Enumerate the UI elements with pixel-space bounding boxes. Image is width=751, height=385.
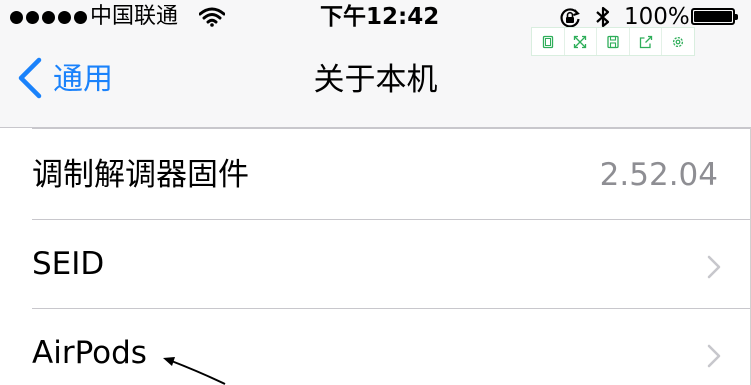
annotation-arrow-icon [155,350,235,385]
settings-icon[interactable] [662,28,694,55]
expand-icon[interactable] [565,28,598,55]
save-icon[interactable] [597,28,630,55]
list-item-seid[interactable]: SEID [0,220,751,309]
settings-about-screen: 中国联通 下午12:42 100% 通用 关于本机 调制解调器固件 2.52.0… [0,0,751,385]
wifi-icon [198,7,226,31]
list-item-modem-firmware: 调制解调器固件 2.52.04 [0,131,751,220]
floating-toolbar [531,27,695,56]
chevron-right-icon [707,255,721,283]
top-bar: 中国联通 下午12:42 100% 通用 关于本机 [0,0,751,128]
page-title: 关于本机 [313,62,438,98]
signal-strength-icon [10,11,87,24]
share-icon[interactable] [630,28,663,55]
list-top-separator [32,128,751,129]
carrier-name: 中国联通 [90,4,179,29]
list-item-label: AirPods [32,335,147,371]
battery-icon [691,8,738,25]
list-item-label: SEID [32,246,105,282]
list-item-value: 2.52.04 [599,157,718,193]
chevron-right-icon [707,344,721,372]
list-item-airpods[interactable]: AirPods [0,309,751,385]
list-item-label: 调制解调器固件 [32,157,249,193]
window-icon[interactable] [532,28,565,55]
status-time: 下午12:42 [320,4,440,30]
